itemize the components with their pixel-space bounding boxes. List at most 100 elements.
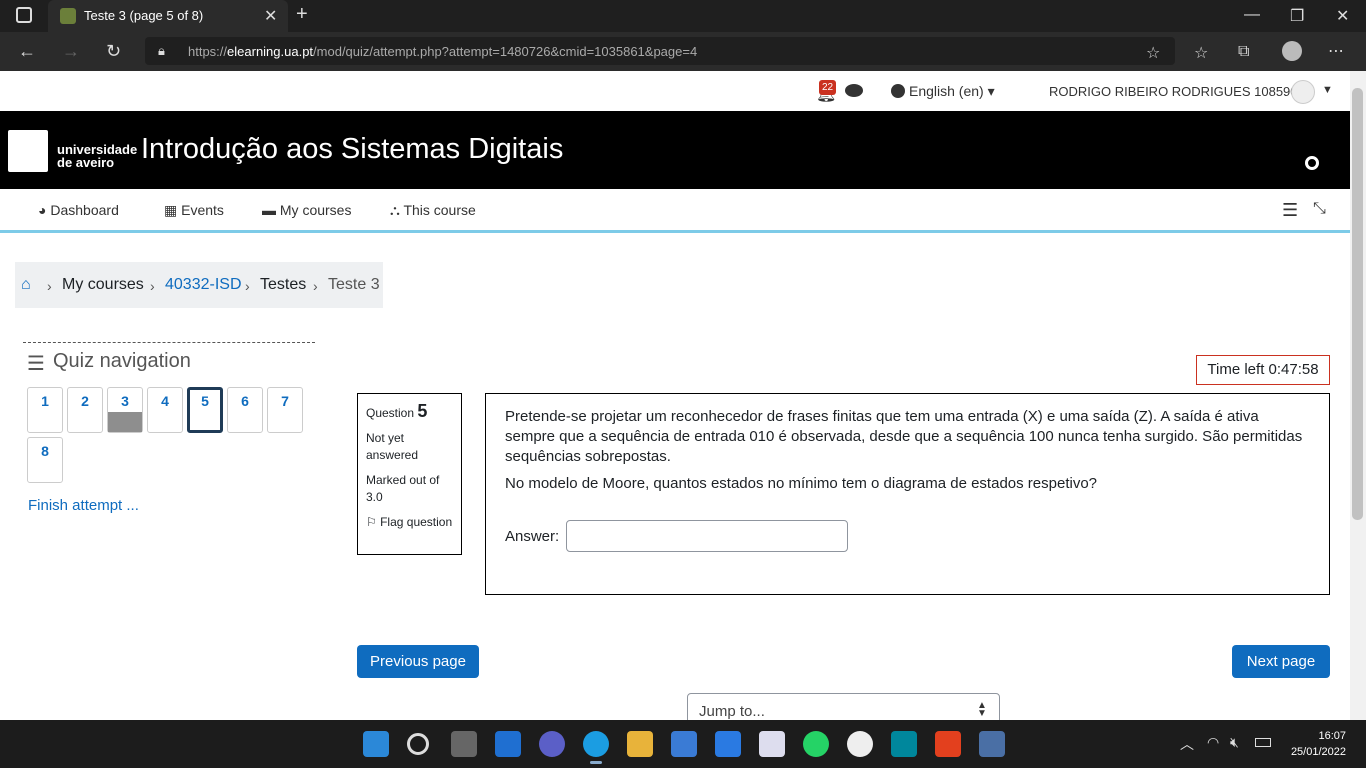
answer-label: Answer: (505, 528, 560, 545)
quiz-nav-button-3[interactable]: 3 (107, 387, 143, 433)
breadcrumb-testes[interactable]: Testes (260, 276, 306, 294)
flag-icon: ⚐ (366, 515, 381, 529)
battery-icon[interactable] (1255, 738, 1271, 747)
browser-tab[interactable]: Teste 3 (page 5 of 8) ✕ (48, 0, 288, 32)
globe-icon (891, 84, 905, 98)
answered-indicator (108, 412, 142, 432)
select-arrows-icon: ▲ ▼ (977, 700, 987, 719)
course-title: Introdução aos Sistemas Digitais (141, 133, 564, 165)
quiz-nav-button-7[interactable]: 7 (267, 387, 303, 433)
ua-logo-icon (8, 130, 48, 172)
wifi-icon[interactable]: ◠ (1207, 734, 1219, 751)
scrollbar-thumb[interactable] (1352, 88, 1363, 520)
nav-this-course[interactable]: ⛬ This course (390, 202, 476, 219)
tab-actions-icon[interactable] (16, 7, 32, 23)
quiz-nav-button-label: 8 (41, 443, 49, 459)
logo-line-2: de aveiro (57, 155, 115, 170)
quiz-nav-button-label: 2 (81, 393, 89, 409)
file-explorer-icon[interactable] (627, 731, 653, 757)
quiz-nav-divider (23, 342, 315, 343)
clock-date: 25/01/2022 (1290, 746, 1346, 758)
forward-icon[interactable]: → (62, 41, 80, 62)
arduino-icon[interactable] (891, 731, 917, 757)
answer-input[interactable] (566, 520, 848, 552)
nav-my-courses[interactable]: ▬ My courses (262, 202, 351, 218)
ua-logo-text[interactable]: universidade de aveiro (57, 143, 137, 169)
search-icon[interactable] (1305, 156, 1319, 170)
profile-avatar[interactable] (1282, 41, 1302, 61)
nav-this-course-label: This course (403, 202, 476, 218)
quiz-nav-button-5-current[interactable]: 5 (187, 387, 223, 433)
task-view-icon[interactable] (451, 731, 477, 757)
next-page-button[interactable]: Next page (1232, 645, 1330, 678)
question-marks: Marked out of 3.0 (366, 473, 440, 504)
nav-dashboard[interactable]: ◕ Dashboard (38, 202, 119, 218)
calculator-icon[interactable] (979, 731, 1005, 757)
chat-icon[interactable] (539, 731, 565, 757)
volume-muted-icon[interactable]: 🔇︎ (1230, 734, 1239, 751)
question-info: Question 5 Not yet answered Marked out o… (357, 393, 462, 555)
breadcrumb-separator: › (313, 278, 318, 294)
finish-attempt-link[interactable]: Finish attempt ... (28, 497, 139, 514)
breadcrumb-current: Teste 3 (328, 276, 380, 293)
question-text-paragraph-1: Pretende-se projetar um reconhecedor de … (505, 408, 1303, 465)
window-close-icon[interactable]: ✕ (1336, 6, 1349, 26)
quiz-nav-button-label: 1 (41, 393, 49, 409)
office-icon[interactable] (935, 731, 961, 757)
breadcrumb-my-courses[interactable]: My courses (62, 276, 144, 294)
quiz-nav-title: Quiz navigation (53, 350, 191, 372)
breadcrumb-separator: › (150, 278, 155, 294)
favorites-icon[interactable]: ☆ (1194, 43, 1208, 63)
quiz-nav-button-4[interactable]: 4 (147, 387, 183, 433)
user-menu-caret-icon[interactable]: ▼ (1322, 84, 1333, 96)
store-icon[interactable] (671, 731, 697, 757)
start-icon[interactable] (363, 731, 389, 757)
home-icon[interactable]: ⌂ (21, 276, 31, 294)
url-text[interactable]: https://elearning.ua.pt/mod/quiz/attempt… (188, 44, 697, 59)
nav-events[interactable]: ▦ Events (164, 202, 224, 219)
more-menu-icon[interactable]: ⋯ (1328, 41, 1344, 61)
flag-question-label: Flag question (380, 515, 453, 529)
minimize-icon[interactable]: — (1244, 6, 1260, 24)
widgets-icon[interactable] (495, 731, 521, 757)
quiz-nav-button-6[interactable]: 6 (227, 387, 263, 433)
collapse-icon[interactable]: ⤡ (1313, 200, 1326, 218)
language-menu[interactable]: English (en) ▾ (909, 83, 995, 100)
new-tab-icon[interactable]: + (296, 3, 308, 26)
tray-chevron-icon[interactable]: ︿ (1180, 734, 1194, 754)
whatsapp-icon[interactable] (803, 731, 829, 757)
quiz-nav-button-label: 5 (201, 393, 209, 409)
time-left: Time left 0:47:58 (1196, 355, 1330, 385)
moodle-favicon-icon (60, 8, 76, 24)
taskbar-clock[interactable]: 16:07 25/01/2022 (1290, 728, 1346, 760)
add-favorite-icon[interactable]: ☆ (1146, 43, 1160, 63)
question-text-paragraph-2: No modelo de Moore, quantos estados no m… (505, 475, 1098, 492)
dropbox-icon[interactable] (759, 731, 785, 757)
browser-tab-bar: Teste 3 (page 5 of 8) ✕ + — ❐ ✕ (0, 0, 1366, 32)
quiz-nav-button-8[interactable]: 8 (27, 437, 63, 483)
back-icon[interactable]: ← (18, 41, 36, 62)
lock-icon[interactable]: 🔒︎ (158, 43, 165, 59)
edge-icon[interactable] (583, 731, 609, 757)
tab-close-icon[interactable]: ✕ (264, 6, 277, 26)
user-avatar[interactable] (1291, 80, 1315, 104)
notification-badge: 22 (819, 80, 836, 95)
drawer-toggle-icon[interactable]: ☰ (1282, 200, 1298, 221)
github-icon[interactable] (847, 731, 873, 757)
user-name[interactable]: RODRIGO RIBEIRO RODRIGUES 108590 (1049, 84, 1298, 99)
breadcrumb-separator: › (245, 278, 250, 294)
restore-icon[interactable]: ❐ (1290, 6, 1304, 26)
quiz-nav-button-2[interactable]: 2 (67, 387, 103, 433)
quiz-nav-button-1[interactable]: 1 (27, 387, 63, 433)
refresh-icon[interactable]: ↻ (106, 41, 121, 62)
collections-icon[interactable]: ⧉ (1238, 43, 1249, 61)
mail-icon[interactable] (715, 731, 741, 757)
flag-question[interactable]: ⚐ Flag question (366, 514, 456, 531)
previous-page-button[interactable]: Previous page (357, 645, 479, 678)
search-taskbar-icon[interactable] (407, 733, 429, 755)
quiz-nav-menu-icon: ☰ (27, 353, 45, 375)
question-content: Pretende-se projetar um reconhecedor de … (485, 393, 1330, 595)
breadcrumb-course[interactable]: 40332-ISD (165, 276, 242, 294)
nav-my-courses-label: My courses (279, 202, 352, 218)
messages-icon[interactable] (845, 84, 863, 97)
